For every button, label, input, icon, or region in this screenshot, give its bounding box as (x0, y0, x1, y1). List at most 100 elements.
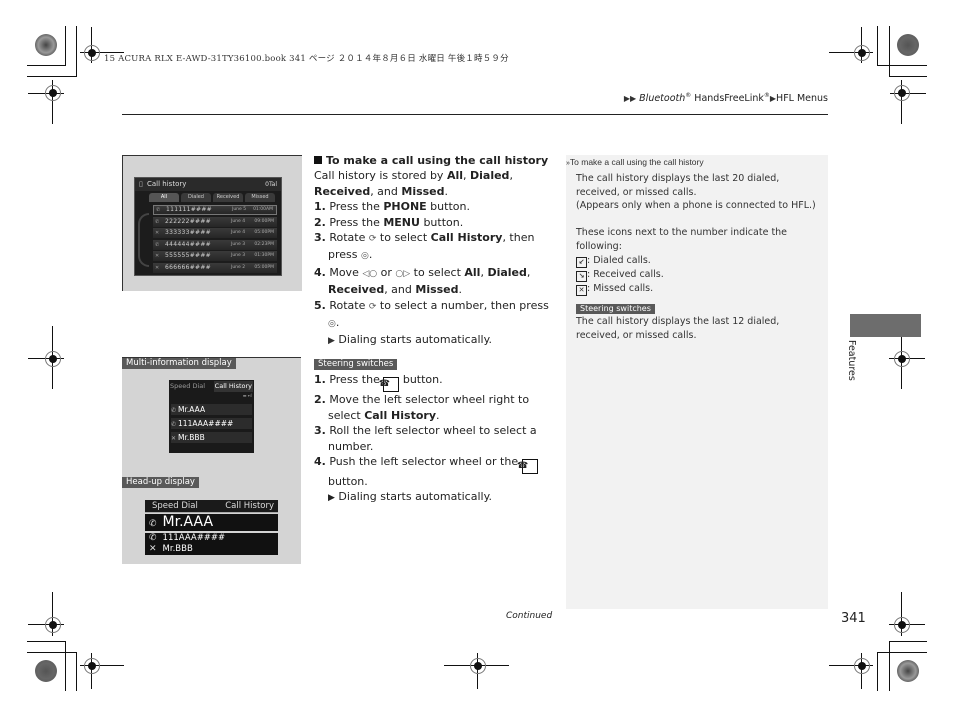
move-left-icon: ◁○ (362, 268, 378, 279)
registration-dot (898, 355, 906, 363)
missed-call-icon: ✕ (155, 264, 160, 271)
dialed-call-icon: ✆ (171, 407, 177, 414)
crop-line (65, 26, 66, 66)
dialed-call-icon: ✆ (155, 218, 160, 225)
mid-tab-call-history: Call History (213, 381, 253, 392)
color-rosette-icon (35, 34, 57, 56)
color-rosette-icon (897, 34, 919, 56)
steering-step-1: 1. Press the ☎ button. (314, 372, 559, 393)
hud-tab-speed-dial: Speed Dial (152, 501, 198, 511)
result-note: ▶ Dialing starts automatically. (328, 333, 493, 347)
color-rosette-icon (35, 660, 57, 682)
missed-call-icon: ✕ (155, 253, 160, 259)
hud-rows: ✆ 111AAA#### ✕ Mr.BBB (145, 533, 278, 555)
crop-line (27, 65, 66, 66)
steering-instructions: Steering switches 1. Press the ☎ button.… (314, 355, 559, 507)
tab-all[interactable]: All (149, 193, 179, 202)
breadcrumb-hfl-menus[interactable]: HFL Menus (776, 93, 828, 104)
screen-tabs: All Dialed Received Missed (149, 193, 275, 202)
call-row[interactable]: ✆ 444444#### June 3 02:23PM (153, 239, 277, 250)
tab-dialed[interactable]: Dialed (181, 193, 211, 202)
side-note: »To make a call using the call history T… (566, 155, 828, 609)
print-header: 15 ACURA RLX E-AWD-31TY36100.book 341 ペー… (104, 54, 509, 64)
hud-label: Head-up display (122, 477, 199, 488)
missed-call-icon: ✕ (149, 544, 157, 554)
section-tab[interactable] (850, 314, 921, 337)
call-history-screen: ▯ Call history 0Tal All Dialed Received … (134, 177, 282, 276)
crop-line (877, 26, 878, 66)
breadcrumb-handsfreelink[interactable]: HandsFreeLink (691, 93, 764, 104)
call-row[interactable]: ✆ 111111#### June 5 01:00AM (153, 205, 277, 215)
steering-result-note: ▶ Dialing starts automatically. (328, 490, 493, 504)
tab-missed[interactable]: Missed (245, 193, 275, 202)
missed-call-icon: ✕ (576, 284, 587, 296)
dialed-call-icon: ✆ (156, 207, 161, 213)
steering-step-3: 3. Roll the left selector wheel to selec… (314, 424, 537, 453)
registration-dot (49, 621, 57, 629)
phone-icon: ▯ (139, 180, 143, 188)
dialed-call-icon: ✆ (149, 519, 157, 529)
step-1: 1. Press the PHONE button. (314, 200, 470, 214)
phone-button-icon: ☎ (379, 377, 400, 393)
mid-row: ✕ Mr.BBB (171, 432, 252, 443)
mid-tab-speed-dial: Speed Dial (170, 382, 206, 390)
call-row[interactable]: ✕ 555555#### June 3 01:30PM (153, 251, 277, 261)
breadcrumb: ▶▶ Bluetooth® HandsFreeLink®▶HFL Menus (623, 92, 828, 105)
call-row[interactable]: ✕ 666666#### June 2 05:00PM (153, 262, 277, 273)
missed-call-icon: ✕ (171, 435, 177, 442)
hud-row: ✆ 111AAA#### (149, 533, 226, 543)
crop-line (27, 652, 77, 653)
hud-tab-call-history: Call History (225, 501, 274, 511)
dialed-call-icon: ✆ (155, 241, 160, 248)
signal-icon: ▬ ▾ıl (242, 393, 252, 398)
registration-dot (858, 49, 866, 57)
color-rosette-icon (897, 660, 919, 682)
result-arrow-icon: ▶ (328, 493, 335, 504)
side-note-heading: »To make a call using the call history (566, 157, 704, 167)
screen-title: Call history (147, 180, 187, 188)
crop-line (889, 76, 927, 77)
page-number: 341 (841, 611, 866, 626)
side-note-body: The call history displays the last 20 di… (576, 172, 824, 342)
registration-dot (88, 662, 96, 670)
registration-dot (858, 662, 866, 670)
step-5: 5. Rotate ⟳ to select a number, then pre… (314, 298, 549, 330)
crop-line (889, 26, 890, 77)
dialed-call-icon: ✆ (149, 533, 157, 543)
call-row[interactable]: ✆ 222222#### June 4 09:00PM (153, 216, 277, 227)
steering-step-2: 2. Move the left selector wheel right to… (314, 393, 530, 422)
mid-label: Multi-information display (122, 358, 236, 369)
section-heading: To make a call using the call history (314, 153, 559, 168)
main-instructions: To make a call using the call history Ca… (314, 153, 559, 350)
screen-title-bar: ▯ Call history 0Tal (135, 178, 281, 191)
crop-line (889, 641, 890, 691)
steering-label: Steering switches (314, 359, 398, 370)
step-3: 3. Rotate ⟳ to select Call History, then… (314, 231, 535, 262)
mid-row: ✆ Mr.AAA (171, 404, 252, 415)
crop-line (877, 652, 927, 653)
mid-tabs: Speed Dial Call History (169, 381, 254, 392)
call-list: ✆ 111111#### June 5 01:00AM ✆ 222222#### June… (153, 205, 277, 274)
section-tab-label: Features (846, 340, 857, 381)
call-row[interactable]: ✕ 333333#### June 4 05:00PM (153, 228, 277, 238)
dialed-call-icon: ✆ (171, 421, 177, 428)
missed-call-icon: ✕ (155, 230, 160, 236)
registration-dot (88, 49, 96, 57)
mid-row: ✆ 111AAA#### (171, 418, 252, 429)
crop-line (76, 652, 77, 691)
status-indicator: 0Tal (265, 181, 277, 188)
head-up-display: Speed Dial Call History ✆ Mr.AAA ✆ 111AAA#… (145, 500, 278, 555)
registration-dot (49, 355, 57, 363)
result-arrow-icon: ▶ (328, 336, 335, 347)
press-knob-icon: ◎ (361, 251, 369, 262)
received-call-icon: ↘ (576, 270, 587, 282)
square-bullet-icon (314, 156, 322, 164)
crop-line (65, 641, 66, 691)
crop-line (76, 26, 77, 77)
double-arrow-icon: ▶▶ (623, 94, 637, 104)
tab-received[interactable]: Received (213, 193, 243, 202)
crop-line (877, 652, 878, 691)
crop-line (27, 76, 77, 77)
legend-missed: ✕: Missed calls. (576, 282, 824, 296)
breadcrumb-bluetooth[interactable]: Bluetooth (639, 93, 685, 104)
